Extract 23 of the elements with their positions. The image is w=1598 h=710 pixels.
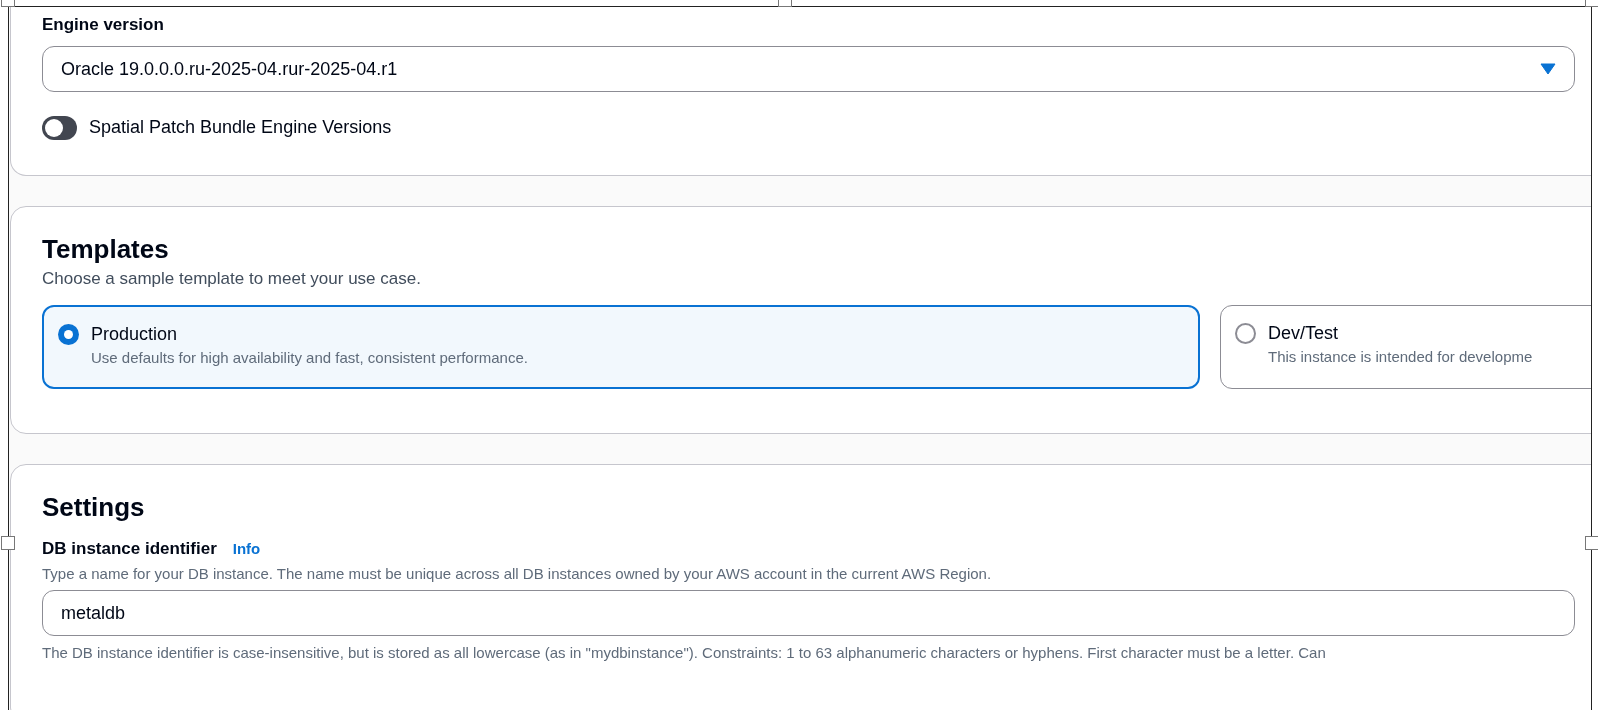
resize-handle[interactable] — [1585, 536, 1598, 550]
field-label: Engine version — [42, 14, 165, 36]
info-link[interactable]: Info — [232, 538, 261, 561]
engine-version-select[interactable]: Oracle 19.0.0.0.ru-2025-04.rur-2025-04.r1 — [42, 46, 1575, 92]
field-label: DB instance identifier — [42, 538, 217, 560]
toggle-label: Spatial Patch Bundle Engine Versions — [89, 116, 392, 139]
template-option[interactable]: Production Use defaults for high availability and fast, consistent performance. — [42, 305, 1200, 389]
section-description: Choose a sample template to meet your use case. — [42, 268, 422, 290]
option-title: Dev/Test — [1268, 322, 1340, 345]
section-heading: Settings — [42, 491, 146, 523]
option-description: This instance is intended for developme — [1268, 347, 1533, 367]
field-hint: Type a name for your DB instance. The name must be unique across all DB instances owned by your AWS account in the current AWS Region. — [42, 564, 993, 584]
toggle-switch[interactable] — [42, 115, 77, 140]
option-description: Use defaults for high availability and fast, consistent performance. — [91, 348, 528, 368]
radio-button[interactable] — [1235, 323, 1256, 344]
resize-handle[interactable] — [1, 536, 15, 550]
template-option[interactable]: Dev/Test This instance is intended for developme — [1220, 305, 1591, 389]
db-identifier-input[interactable]: metaldb — [42, 590, 1575, 636]
section-heading: Templates — [42, 233, 170, 265]
field-constraint: The DB instance identifier is case-insensitive, but is stored as all lowercase (as in "mydbinstance"). Constraints: 1 to 63 alphanumeric characters or hyphens. First character must be a letter. Can — [42, 643, 1327, 663]
option-title: Production — [91, 323, 179, 346]
radio-button[interactable] — [58, 324, 79, 345]
caret-down-icon — [1540, 63, 1556, 75]
